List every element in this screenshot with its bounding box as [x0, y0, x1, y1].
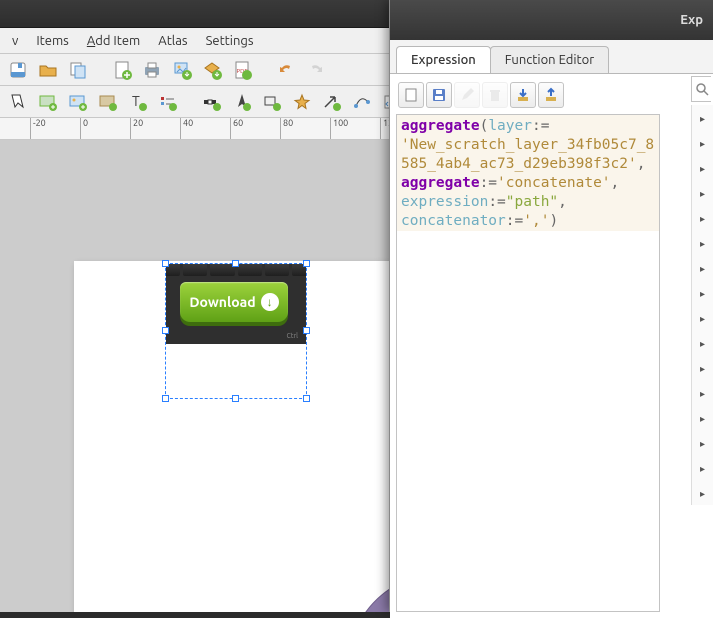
tree-expand-icon[interactable]: ▸ — [700, 138, 705, 150]
new-expression-icon[interactable] — [398, 82, 424, 108]
selected-picture-item[interactable]: Download ↓ Ctrl — [166, 264, 306, 398]
function-tree[interactable]: ▸ ▸ ▸ ▸ ▸ ▸ ▸ ▸ ▸ ▸ ▸ ▸ ▸ ▸ ▸ ▸ — [691, 105, 713, 505]
tree-expand-icon[interactable]: ▸ — [700, 313, 705, 325]
save-layout-icon[interactable] — [6, 58, 30, 82]
export-expression-icon[interactable] — [538, 82, 564, 108]
tab-body: aggregate(layer:= 'New_scratch_layer_34f… — [390, 73, 713, 618]
tab-function-editor[interactable]: Function Editor — [490, 46, 609, 73]
download-arrow-icon: ↓ — [261, 293, 279, 311]
tree-expand-icon[interactable]: ▸ — [700, 363, 705, 375]
redo-icon[interactable] — [304, 58, 328, 82]
menu-item-atlas[interactable]: Atlas — [150, 32, 195, 50]
new-page-icon[interactable] — [110, 58, 134, 82]
tab-row: Expression Function Editor — [390, 40, 713, 73]
menu-item-add-item[interactable]: Add Item — [79, 32, 148, 50]
add-arrow-icon[interactable] — [320, 90, 344, 114]
resize-handle-se[interactable] — [303, 395, 310, 402]
tree-expand-icon[interactable]: ▸ — [700, 413, 705, 425]
resize-handle-s[interactable] — [232, 395, 239, 402]
dialog-titlebar[interactable]: Exp — [390, 0, 713, 40]
resize-handle-w[interactable] — [162, 327, 169, 334]
open-icon[interactable] — [36, 58, 60, 82]
import-expression-icon[interactable] — [510, 82, 536, 108]
add-picture-icon[interactable] — [66, 90, 90, 114]
tree-expand-icon[interactable]: ▸ — [700, 488, 705, 500]
save-expression-icon[interactable] — [426, 82, 452, 108]
export-pdf-icon[interactable]: PDF — [230, 58, 254, 82]
add-northarrow-icon[interactable] — [230, 90, 254, 114]
ctrl-key-label: Ctrl — [286, 332, 298, 340]
download-key-graphic: Download ↓ — [180, 282, 288, 322]
add-shape-icon[interactable] — [260, 90, 284, 114]
tree-expand-icon[interactable]: ▸ — [700, 213, 705, 225]
resize-handle-sw[interactable] — [162, 395, 169, 402]
tab-expression[interactable]: Expression — [396, 46, 491, 73]
resize-handle-n[interactable] — [232, 260, 239, 267]
add-legend-icon[interactable] — [156, 90, 180, 114]
search-functions-icon[interactable] — [691, 76, 711, 102]
tree-expand-icon[interactable]: ▸ — [700, 113, 705, 125]
tree-expand-icon[interactable]: ▸ — [700, 163, 705, 175]
picture-content: Download ↓ Ctrl — [166, 264, 306, 344]
print-icon[interactable] — [140, 58, 164, 82]
add-label-icon[interactable]: T — [126, 90, 150, 114]
add-map-icon[interactable] — [36, 90, 60, 114]
menu-item-v[interactable]: v — [4, 32, 26, 50]
add-marker-icon[interactable] — [290, 90, 314, 114]
page[interactable]: Download ↓ Ctrl — [74, 261, 389, 612]
tree-expand-icon[interactable]: ▸ — [700, 238, 705, 250]
edit-expression-icon — [454, 82, 480, 108]
tree-expand-icon[interactable]: ▸ — [700, 438, 705, 450]
tree-expand-icon[interactable]: ▸ — [700, 288, 705, 300]
map-polygon — [334, 541, 389, 612]
resize-handle-e[interactable] — [303, 327, 310, 334]
add-3dmap-icon[interactable] — [96, 90, 120, 114]
tree-expand-icon[interactable]: ▸ — [700, 188, 705, 200]
delete-expression-icon — [482, 82, 508, 108]
expression-editor[interactable]: aggregate(layer:= 'New_scratch_layer_34f… — [396, 114, 660, 612]
add-scalebar-icon[interactable] — [200, 90, 224, 114]
expression-dialog: Exp Expression Function Editor aggregate… — [389, 0, 713, 612]
resize-handle-nw[interactable] — [162, 260, 169, 267]
export-svg-icon[interactable] — [200, 58, 224, 82]
export-image-icon[interactable] — [170, 58, 194, 82]
svg-text:T: T — [132, 93, 140, 109]
expression-toolbar — [396, 80, 707, 110]
dialog-title: Exp — [680, 13, 703, 27]
tree-expand-icon[interactable]: ▸ — [700, 338, 705, 350]
select-tool-icon[interactable] — [6, 90, 30, 114]
menu-item-settings[interactable]: Settings — [198, 32, 262, 50]
copy-layout-icon[interactable] — [66, 58, 90, 82]
add-nodes-icon[interactable] — [350, 90, 374, 114]
tree-expand-icon[interactable]: ▸ — [700, 263, 705, 275]
tree-expand-icon[interactable]: ▸ — [700, 463, 705, 475]
tree-expand-icon[interactable]: ▸ — [700, 388, 705, 400]
resize-handle-ne[interactable] — [303, 260, 310, 267]
undo-icon[interactable] — [274, 58, 298, 82]
layout-canvas[interactable]: Download ↓ Ctrl — [0, 140, 389, 612]
menu-item-items[interactable]: Items — [28, 32, 76, 50]
